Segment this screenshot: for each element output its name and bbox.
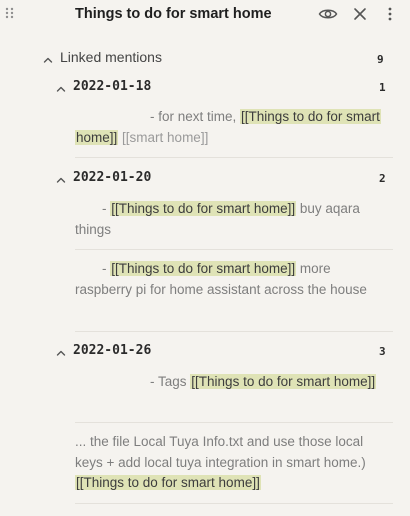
chevron-up-icon[interactable] — [55, 173, 67, 185]
date-group-count: 3 — [379, 345, 386, 358]
page-title[interactable]: Things to do for smart home — [75, 6, 272, 22]
reference-text: - — [102, 261, 107, 276]
reference-text: ... the file Local Tuya Info.txt and use… — [75, 434, 366, 470]
date-group-count: 2 — [379, 172, 386, 185]
chevron-up-icon[interactable] — [55, 346, 67, 358]
divider — [75, 249, 393, 250]
reference-block[interactable]: - Tags [[Things to do for smart home]] — [75, 372, 380, 393]
page-link[interactable]: [[Things to do for smart home]] — [75, 475, 261, 490]
date-group-title[interactable]: 2022-01-20 — [73, 170, 151, 185]
more-vertical-icon[interactable] — [381, 4, 399, 24]
reference-block[interactable]: - [[Things to do for smart home]] more r… — [75, 259, 380, 300]
date-group-title[interactable]: 2022-01-18 — [73, 79, 151, 94]
reference-text: - — [102, 201, 107, 216]
reference-block[interactable]: - [[Things to do for smart home]] buy aq… — [75, 199, 380, 240]
eye-icon[interactable] — [317, 4, 339, 24]
date-group-count: 1 — [379, 81, 386, 94]
page-link[interactable]: [[Things to do for smart home]] — [190, 374, 377, 389]
divider — [75, 331, 393, 332]
linked-mentions-label: Linked mentions — [60, 49, 162, 65]
divider — [75, 157, 393, 158]
date-group-header[interactable]: 2022-01-20 2 — [0, 168, 410, 190]
page-link[interactable]: [[Things to do for smart home]] — [110, 261, 297, 276]
panel-header: Things to do for smart home — [0, 0, 410, 32]
reference-block[interactable]: ... the file Local Tuya Info.txt and use… — [75, 432, 380, 494]
drag-handle-icon[interactable] — [4, 6, 16, 20]
divider — [75, 503, 393, 504]
linked-mentions-header[interactable]: Linked mentions 9 — [0, 46, 410, 70]
chevron-up-icon[interactable] — [55, 82, 67, 94]
date-group-header[interactable]: 2022-01-18 1 — [0, 77, 410, 99]
close-icon[interactable] — [349, 4, 371, 24]
date-group-title[interactable]: 2022-01-26 — [73, 343, 151, 358]
reference-block[interactable]: - for next time, [[Things to do for smar… — [75, 107, 381, 148]
date-group-header[interactable]: 2022-01-26 3 — [0, 341, 410, 363]
linked-mentions-count: 9 — [377, 53, 384, 66]
tag-link[interactable]: [[smart home]] — [122, 130, 208, 145]
linked-references-panel: Things to do for smart home Linked menti… — [0, 0, 410, 516]
chevron-up-icon[interactable] — [42, 53, 54, 65]
reference-text: - Tags — [150, 374, 187, 389]
divider — [75, 422, 393, 423]
reference-text: - for next time, — [150, 109, 237, 124]
page-link[interactable]: [[Things to do for smart home]] — [110, 201, 297, 216]
